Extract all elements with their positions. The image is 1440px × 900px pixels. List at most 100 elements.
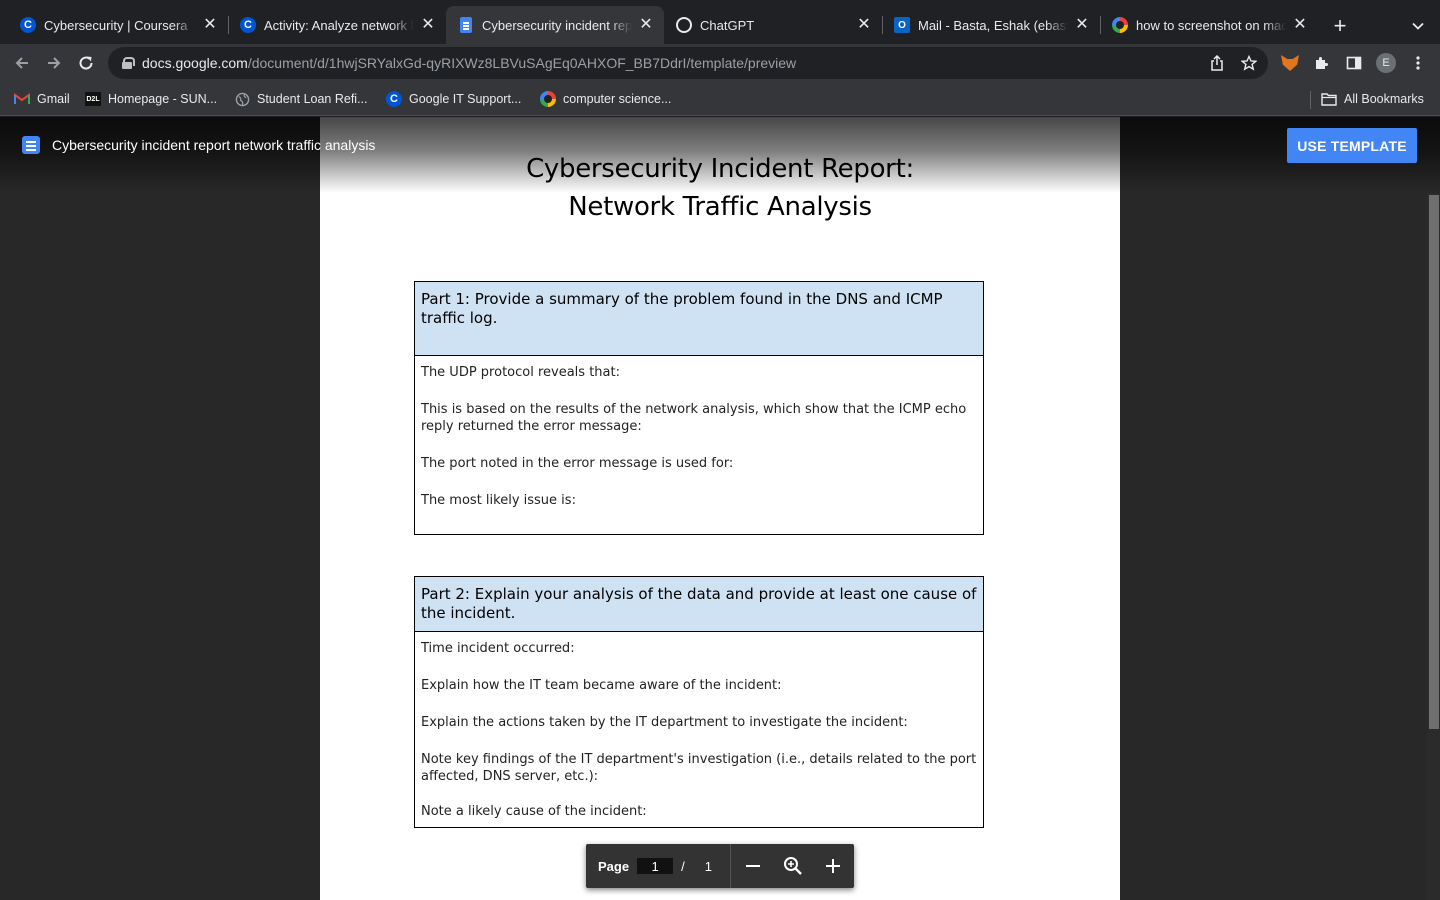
minus-icon xyxy=(745,865,760,867)
viewer-scrollbar[interactable] xyxy=(1427,193,1440,900)
url-host: docs.google.com xyxy=(142,55,248,71)
viewer-header: Cybersecurity incident report network tr… xyxy=(22,136,375,154)
bookmarks-bar: Gmail D2L Homepage - SUN... Student Loan… xyxy=(0,82,1440,116)
tab-title: ChatGPT xyxy=(700,17,755,33)
arrow-left-icon xyxy=(15,57,28,69)
globe-icon xyxy=(234,91,250,107)
bookmark-label: Google IT Support... xyxy=(409,92,522,106)
chevron-down-icon xyxy=(1412,22,1424,30)
coursera-icon: C xyxy=(20,17,36,33)
lock-icon xyxy=(122,57,135,69)
outlook-icon: O xyxy=(894,17,910,33)
document-heading-line2: Network Traffic Analysis xyxy=(568,192,872,222)
close-icon[interactable]: ✕ xyxy=(202,17,218,33)
close-icon[interactable]: ✕ xyxy=(1074,17,1090,33)
back-button[interactable] xyxy=(8,49,36,77)
close-icon[interactable]: ✕ xyxy=(856,17,872,33)
profile-avatar[interactable]: E xyxy=(1376,53,1396,73)
tab-coursera-cybersecurity[interactable]: C Cybersecurity | Coursera ✕ xyxy=(8,8,228,42)
part2-line: Explain how the IT team became aware of … xyxy=(421,678,782,693)
plus-icon: + xyxy=(1333,13,1347,38)
tab-google-docs[interactable]: Cybersecurity incident repo ✕ xyxy=(446,6,664,44)
page-controls: Page 1 / 1 xyxy=(586,844,854,888)
tab-title: Cybersecurity | Coursera xyxy=(44,17,188,33)
tab-google-search[interactable]: how to screenshot on mac ✕ xyxy=(1100,8,1318,42)
bookmark-gmail[interactable]: Gmail xyxy=(14,90,70,108)
d2l-icon: D2L xyxy=(85,91,101,107)
part2-table: Part 2: Explain your analysis of the dat… xyxy=(414,576,984,828)
magnifier-icon xyxy=(783,857,802,875)
new-tab-button[interactable]: + xyxy=(1326,12,1354,40)
tab-title: how to screenshot on mac xyxy=(1136,17,1286,33)
part2-line: Explain the actions taken by the IT depa… xyxy=(421,715,908,730)
kebab-menu-icon[interactable] xyxy=(1408,53,1428,73)
tab-title: Mail - Basta, Eshak (ebast2 xyxy=(918,17,1068,33)
document-preview-viewer: Cybersecurity Incident Report: Network T… xyxy=(0,117,1440,900)
bookmark-label: computer science... xyxy=(563,92,672,106)
forward-button[interactable] xyxy=(40,49,68,77)
page-separator: / xyxy=(681,858,685,874)
plus-icon xyxy=(825,859,840,873)
coursera-icon: C xyxy=(240,17,256,33)
tab-coursera-activity[interactable]: C Activity: Analyze network la ✕ xyxy=(228,8,446,42)
all-bookmarks-button[interactable]: All Bookmarks xyxy=(1321,90,1424,108)
part1-header-line2: traffic log. xyxy=(421,309,498,327)
reload-icon xyxy=(79,56,93,70)
close-icon[interactable]: ✕ xyxy=(638,17,654,33)
all-bookmarks-label: All Bookmarks xyxy=(1344,92,1424,106)
bookmark-homepage-sun[interactable]: D2L Homepage - SUN... xyxy=(85,90,217,108)
scrollbar-thumb[interactable] xyxy=(1429,195,1439,729)
document-page: Cybersecurity Incident Report: Network T… xyxy=(320,117,1120,900)
tab-strip: C Cybersecurity | Coursera ✕ C Activity:… xyxy=(0,0,1440,44)
document-title: Cybersecurity incident report network tr… xyxy=(52,137,376,153)
tab-outlook-mail[interactable]: O Mail - Basta, Eshak (ebast2 ✕ xyxy=(882,8,1100,42)
bookmark-student-loan[interactable]: Student Loan Refi... xyxy=(234,90,368,108)
part2-body: Time incident occurred: Explain how the … xyxy=(415,632,983,827)
zoom-reset-button[interactable] xyxy=(773,844,813,888)
side-panel-icon[interactable] xyxy=(1344,53,1364,73)
tab-title: Cybersecurity incident repo xyxy=(482,17,632,33)
part1-line: This is based on the results of the netw… xyxy=(421,402,967,434)
extensions-puzzle-icon[interactable] xyxy=(1312,53,1332,73)
reload-button[interactable] xyxy=(72,49,100,77)
close-icon[interactable]: ✕ xyxy=(1292,17,1308,33)
share-icon[interactable] xyxy=(1208,54,1226,72)
bookmark-google-it-support[interactable]: C Google IT Support... xyxy=(386,90,521,108)
page-total: 1 xyxy=(704,858,712,874)
browser-toolbar: docs.google.com/document/d/1hwjSRYalxGd-… xyxy=(0,44,1440,82)
bookmark-star-icon[interactable] xyxy=(1240,54,1258,72)
bookmark-label: Gmail xyxy=(37,92,70,106)
tab-chatgpt[interactable]: ChatGPT ✕ xyxy=(664,8,882,42)
part1-header: Part 1: Provide a summary of the problem… xyxy=(415,282,983,356)
zoom-out-button[interactable] xyxy=(733,844,773,888)
folder-icon xyxy=(1321,91,1337,107)
google-icon xyxy=(1112,17,1128,33)
use-template-button[interactable]: USE TEMPLATE xyxy=(1287,128,1417,163)
page-number-input[interactable]: 1 xyxy=(637,858,674,874)
part1-table: Part 1: Provide a summary of the problem… xyxy=(414,281,984,535)
part1-body: The UDP protocol reveals that: This is b… xyxy=(415,356,983,534)
bookmark-label: Homepage - SUN... xyxy=(108,92,218,106)
part2-line: Note key findings of the IT department's… xyxy=(421,752,977,784)
address-bar[interactable]: docs.google.com/document/d/1hwjSRYalxGd-… xyxy=(108,47,1268,79)
url-path: /document/d/1hwjSRYalxGd-qyRIXWz8LBVuSAg… xyxy=(247,55,797,71)
chatgpt-icon xyxy=(676,17,692,33)
bookmarks-divider xyxy=(1310,91,1311,109)
zoom-in-button[interactable] xyxy=(813,844,853,888)
metamask-extension-icon[interactable] xyxy=(1280,53,1300,73)
part1-header-line1: Part 1: Provide a summary of the problem… xyxy=(421,290,943,308)
part1-line: The most likely issue is: xyxy=(421,493,576,508)
tab-search-button[interactable] xyxy=(1404,12,1432,40)
part1-line: The UDP protocol reveals that: xyxy=(421,365,620,380)
google-icon xyxy=(540,91,556,107)
part2-line: Note a likely cause of the incident: xyxy=(421,804,647,819)
close-icon[interactable]: ✕ xyxy=(420,17,436,33)
bookmark-computer-science[interactable]: computer science... xyxy=(540,90,671,108)
document-heading-line1: Cybersecurity Incident Report: xyxy=(526,154,914,184)
tab-title: Activity: Analyze network la xyxy=(264,17,414,33)
part2-header: Part 2: Explain your analysis of the dat… xyxy=(415,577,983,632)
pager-divider xyxy=(729,844,731,888)
gmail-icon xyxy=(14,91,30,107)
part1-line: The port noted in the error message is u… xyxy=(421,456,734,471)
part2-line: Time incident occurred: xyxy=(421,641,575,656)
